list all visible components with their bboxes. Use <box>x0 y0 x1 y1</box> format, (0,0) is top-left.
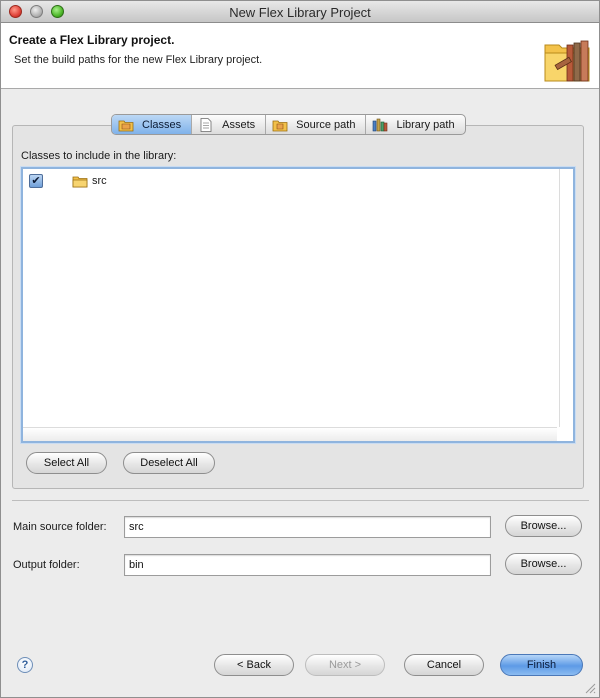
tab-source-path[interactable]: Source path <box>266 115 367 134</box>
deselect-all-button[interactable]: Deselect All <box>123 452 215 474</box>
separator <box>12 500 589 501</box>
library-books-icon <box>544 40 590 82</box>
browse-output-button[interactable]: Browse... <box>505 553 582 575</box>
src-checkbox[interactable]: ✔ <box>29 174 43 188</box>
horizontal-scrollbar[interactable] <box>23 427 557 441</box>
output-folder-field[interactable] <box>124 554 491 576</box>
finish-button[interactable]: Finish <box>500 654 583 676</box>
select-all-button[interactable]: Select All <box>26 452 107 474</box>
library-icon <box>373 118 388 131</box>
browse-main-source-button[interactable]: Browse... <box>505 515 582 537</box>
tab-library-path[interactable]: Library path <box>366 115 464 134</box>
vertical-scrollbar[interactable] <box>559 169 573 427</box>
tab-classes[interactable]: Classes <box>112 115 193 134</box>
tab-library-path-label: Library path <box>396 118 455 131</box>
help-icon[interactable]: ? <box>17 657 33 673</box>
output-folder-label: Output folder: <box>13 559 80 571</box>
tree-item-src[interactable]: ✔ src <box>29 173 107 189</box>
source-folder-icon <box>272 120 288 131</box>
wizard-title: Create a Flex Library project. <box>9 33 175 47</box>
folder-icon <box>72 176 88 187</box>
window-title: New Flex Library Project <box>229 5 371 20</box>
resize-grip-icon[interactable] <box>584 682 596 694</box>
tree-item-label: src <box>92 175 107 187</box>
wizard-header: Create a Flex Library project. Set the b… <box>1 23 599 89</box>
cancel-button[interactable]: Cancel <box>404 654 484 676</box>
classes-tree[interactable]: ✔ src <box>21 167 575 443</box>
tab-assets[interactable]: Assets <box>192 115 267 134</box>
package-folder-icon <box>118 120 134 131</box>
document-icon <box>200 117 212 132</box>
tab-source-path-label: Source path <box>296 118 356 131</box>
tab-assets-label: Assets <box>222 118 256 131</box>
build-path-tabs: Classes Assets Source path Library path <box>111 114 466 135</box>
wizard-subtitle: Set the build paths for the new Flex Lib… <box>14 54 263 66</box>
next-button[interactable]: Next > <box>305 654 385 676</box>
title-bar[interactable]: New Flex Library Project <box>1 1 599 23</box>
dialog-window: New Flex Library Project Create a Flex L… <box>0 0 600 698</box>
back-button[interactable]: < Back <box>214 654 294 676</box>
classes-label: Classes to include in the library: <box>21 150 177 162</box>
main-source-folder-field[interactable] <box>124 516 491 538</box>
main-source-folder-label: Main source folder: <box>13 521 107 533</box>
tab-classes-label: Classes <box>142 118 182 131</box>
